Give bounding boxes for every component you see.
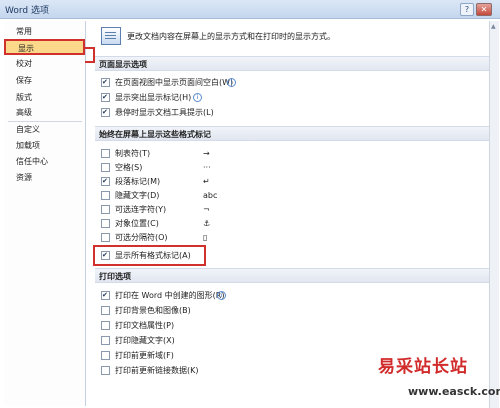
checkbox[interactable]	[101, 163, 110, 172]
sidebar-item-addins[interactable]: 加载项	[4, 138, 85, 154]
checkbox[interactable]	[101, 219, 110, 228]
title-bar: Word 选项 ? ✕	[0, 0, 500, 19]
sidebar-item-layout[interactable]: 版式	[4, 90, 85, 106]
annotation-highlight-box	[93, 245, 206, 266]
break-mark-icon: ▯	[203, 233, 208, 242]
sidebar-item-proofing[interactable]: 校对	[4, 56, 85, 72]
section-header-print: 打印选项	[95, 268, 489, 283]
sidebar-item-trust-center[interactable]: 信任中心	[4, 154, 85, 170]
main-pane: 更改文档内容在屏幕上的显示方式和在打印时的显示方式。 页面显示选项 在页面视图中…	[93, 21, 489, 408]
sidebar-item-advanced[interactable]: 高级	[4, 105, 85, 121]
tab-mark-icon: →	[203, 149, 210, 158]
window-title: Word 选项	[5, 6, 49, 16]
scroll-up-icon[interactable]: ▲	[491, 23, 496, 30]
banner-description: 更改文档内容在屏幕上的显示方式和在打印时的显示方式。	[127, 32, 335, 41]
info-icon: i	[217, 291, 226, 300]
checkbox[interactable]	[101, 321, 110, 330]
section-header-page-display: 页面显示选项	[95, 56, 489, 71]
checkbox[interactable]	[101, 91, 110, 104]
checkbox[interactable]	[101, 191, 110, 200]
sidebar-item-display[interactable]: 显示	[4, 39, 85, 55]
checkbox[interactable]	[101, 289, 110, 302]
checkbox[interactable]	[101, 336, 110, 345]
sidebar-item-save[interactable]: 保存	[4, 73, 85, 89]
info-icon: i	[193, 93, 202, 102]
sidebar-item-customize[interactable]: 自定义	[4, 122, 85, 138]
checkbox[interactable]	[101, 351, 110, 360]
checkbox[interactable]	[101, 233, 110, 242]
anchor-icon: ⚓	[203, 219, 211, 228]
checkbox[interactable]	[101, 205, 110, 214]
checkbox[interactable]	[101, 306, 110, 315]
display-document-icon	[101, 27, 121, 45]
checkbox[interactable]	[101, 366, 110, 375]
info-icon: i	[227, 78, 236, 87]
hyphen-mark-icon: ¬	[203, 205, 210, 214]
checkbox[interactable]	[101, 76, 110, 89]
section-header-formatting-marks: 始终在屏幕上显示这些格式标记	[95, 126, 489, 141]
hidden-text-icon: abc	[203, 191, 218, 200]
checkbox[interactable]	[101, 175, 110, 188]
sidebar-item-resources[interactable]: 资源	[4, 170, 85, 186]
close-button[interactable]: ✕	[476, 3, 492, 16]
sidebar: 常用 显示 校对 保存 版式 高级 自定义 加载项 信任中心 资源	[4, 21, 86, 406]
paragraph-mark-icon: ↵	[203, 177, 210, 186]
watermark-logo: 易采站长站 www.easck.com	[378, 357, 500, 398]
help-button[interactable]: ?	[460, 3, 474, 16]
sidebar-item-popular[interactable]: 常用	[4, 24, 85, 40]
scrollbar[interactable]: ▲	[489, 21, 499, 408]
space-mark-icon: ···	[203, 163, 211, 172]
checkbox[interactable]	[101, 106, 110, 119]
checkbox[interactable]	[101, 149, 110, 158]
